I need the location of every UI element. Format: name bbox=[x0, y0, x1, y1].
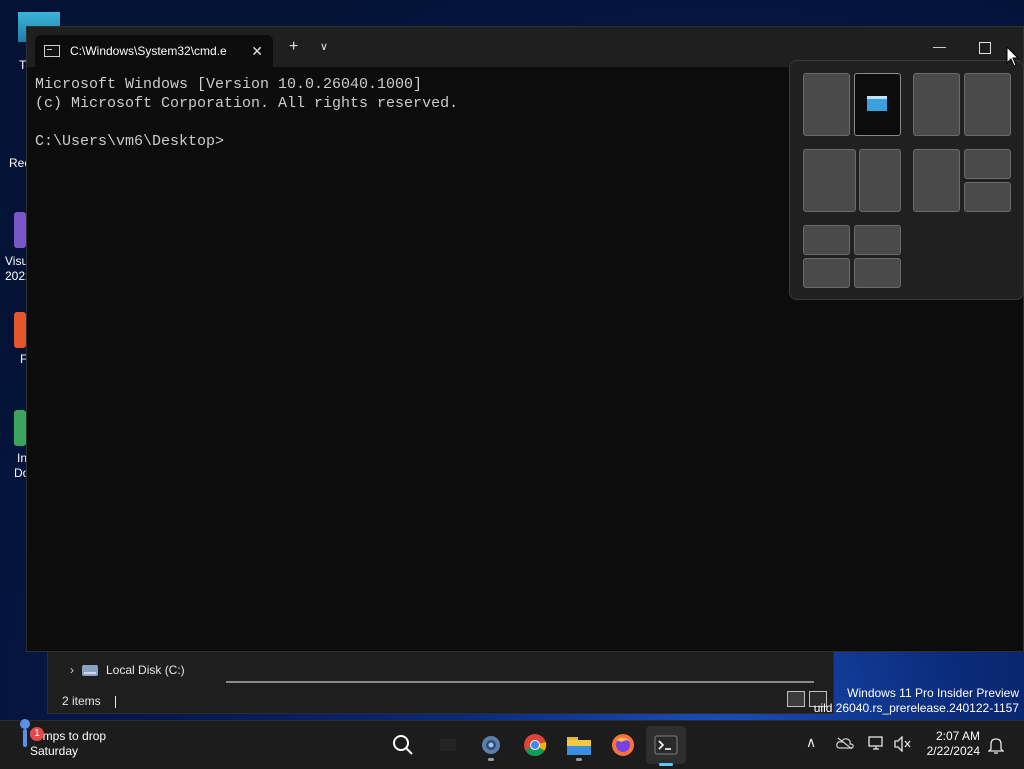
close-tab-icon[interactable]: ✕ bbox=[251, 43, 263, 60]
snap-zone-left-half[interactable] bbox=[803, 73, 850, 136]
task-view-button[interactable] bbox=[434, 731, 462, 759]
snap-zone-left-half-3[interactable] bbox=[913, 149, 960, 212]
snap-zone-right-half[interactable] bbox=[854, 73, 901, 136]
show-hidden-icons-chevron-up-icon[interactable]: ∧ bbox=[806, 734, 816, 751]
firefox-icon bbox=[612, 734, 634, 756]
nav-item-local-disk[interactable]: › Local Disk (C:) bbox=[70, 663, 185, 677]
chrome-taskbar-button[interactable] bbox=[521, 731, 549, 759]
task-view-icon bbox=[440, 739, 456, 751]
chrome-icon bbox=[524, 734, 547, 756]
search-button[interactable] bbox=[389, 731, 417, 759]
status-bar: 2 items bbox=[62, 694, 116, 708]
taskbar: 1 Temps to drop Saturday ∧ 2:07 AM 2/22/… bbox=[0, 720, 1024, 769]
status-divider bbox=[114, 695, 116, 708]
onedrive-icon[interactable] bbox=[836, 737, 854, 749]
settings-icon bbox=[482, 736, 500, 754]
terminal-icon bbox=[654, 735, 678, 755]
notification-badge: 1 bbox=[30, 727, 44, 741]
snap-layouts-flyout bbox=[789, 60, 1024, 300]
snap-zone-top-right[interactable] bbox=[964, 149, 1011, 179]
chevron-down-icon[interactable]: ∨ bbox=[320, 37, 328, 57]
windows-watermark: Windows 11 Pro Insider Preview uild 2604… bbox=[814, 686, 1019, 716]
tab-cmd[interactable]: C:\Windows\System32\cmd.e ✕ bbox=[35, 35, 273, 67]
app-running-indicator bbox=[488, 758, 494, 761]
file-explorer-taskbar-button[interactable] bbox=[565, 731, 593, 761]
snap-zone-quad-top-right[interactable] bbox=[854, 225, 901, 255]
app-active-indicator bbox=[659, 763, 673, 766]
notification-bell-icon[interactable] bbox=[988, 736, 1004, 754]
new-tab-button[interactable]: + bbox=[289, 37, 298, 57]
desktop-icon-installer[interactable] bbox=[14, 410, 26, 446]
clock[interactable]: 2:07 AM 2/22/2024 bbox=[920, 729, 980, 759]
chevron-right-icon[interactable]: › bbox=[70, 663, 74, 677]
tab-title: C:\Windows\System32\cmd.e bbox=[70, 44, 227, 58]
snap-zone-left-half-2[interactable] bbox=[913, 73, 960, 136]
clock-date: 2/22/2024 bbox=[926, 744, 980, 758]
weather-widget[interactable]: 1 Temps to drop Saturday bbox=[20, 727, 106, 759]
snap-zone-quad-bottom-right[interactable] bbox=[854, 258, 901, 288]
settings-taskbar-button[interactable] bbox=[477, 731, 505, 761]
minimize-button[interactable]: — bbox=[933, 39, 946, 54]
details-view-button[interactable] bbox=[787, 691, 805, 707]
snap-zone-quad-bottom-left[interactable] bbox=[803, 258, 850, 288]
snap-zone-right-half-2[interactable] bbox=[964, 73, 1011, 136]
horizontal-scrollbar[interactable] bbox=[226, 681, 814, 683]
snap-zone-bottom-right[interactable] bbox=[964, 182, 1011, 212]
clock-time: 2:07 AM bbox=[935, 729, 980, 743]
search-icon bbox=[393, 735, 413, 755]
drive-icon bbox=[82, 664, 98, 676]
snap-zone-one-third[interactable] bbox=[859, 149, 901, 212]
maximize-button[interactable] bbox=[979, 42, 991, 54]
network-icon[interactable] bbox=[868, 735, 886, 751]
firefox-taskbar-button[interactable] bbox=[609, 731, 637, 759]
desktop-icon-firefox[interactable] bbox=[14, 312, 26, 348]
watermark-edition: Windows 11 Pro Insider Preview bbox=[847, 686, 1019, 700]
weather-subtitle: Saturday bbox=[30, 744, 79, 758]
snap-zone-two-thirds[interactable] bbox=[803, 149, 856, 212]
file-explorer-icon bbox=[567, 737, 591, 755]
snap-zone-quad-top-left[interactable] bbox=[803, 225, 850, 255]
cmd-icon bbox=[44, 45, 60, 57]
app-running-indicator bbox=[576, 758, 582, 761]
volume-muted-icon[interactable] bbox=[894, 736, 912, 752]
watermark-build: uild 26040.rs_prerelease.240122-1157 bbox=[813, 701, 1019, 715]
terminal-taskbar-button[interactable] bbox=[646, 726, 686, 766]
nav-item-label: Local Disk (C:) bbox=[106, 663, 185, 677]
desktop-icon-visual-studio[interactable] bbox=[14, 212, 26, 248]
window-preview-icon bbox=[867, 96, 887, 111]
mouse-cursor-icon bbox=[1006, 46, 1020, 67]
desktop-label-visu: Visu bbox=[5, 254, 29, 268]
item-count: 2 items bbox=[62, 694, 101, 708]
